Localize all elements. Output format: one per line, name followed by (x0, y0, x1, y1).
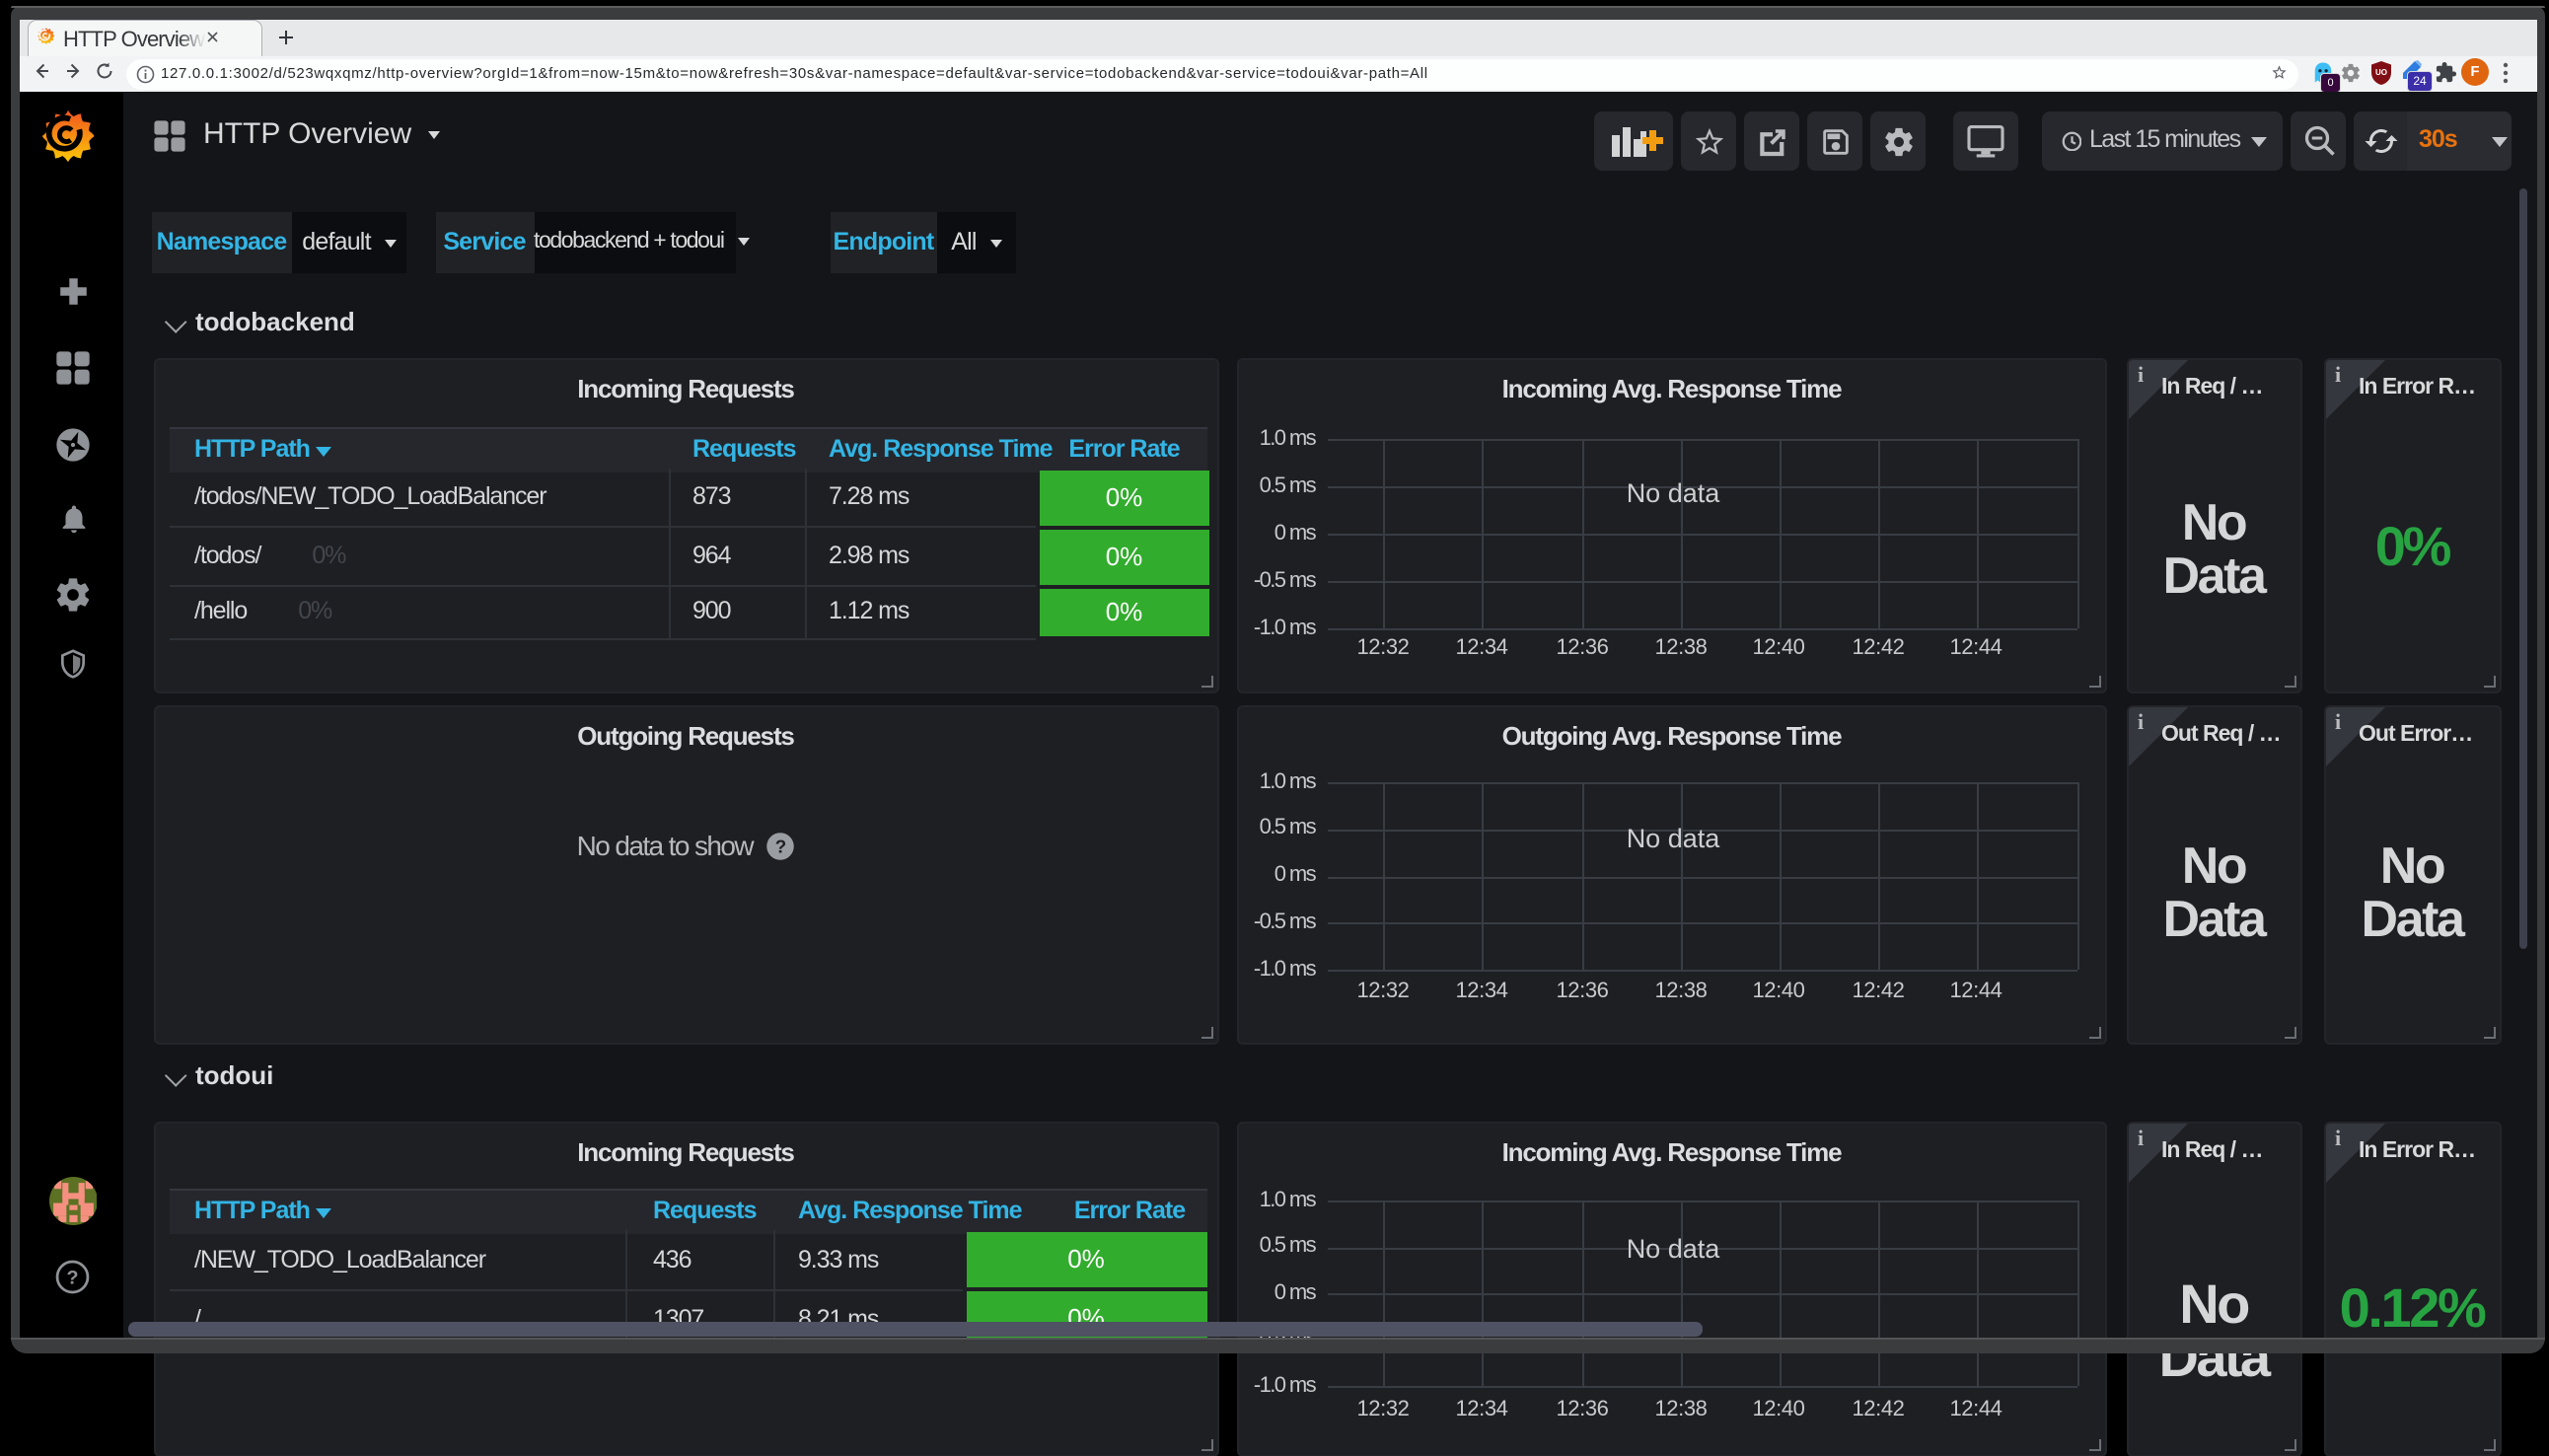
svg-text:?: ? (67, 1268, 79, 1289)
svg-text:UO: UO (2375, 68, 2387, 77)
svg-text:?: ? (774, 836, 785, 856)
